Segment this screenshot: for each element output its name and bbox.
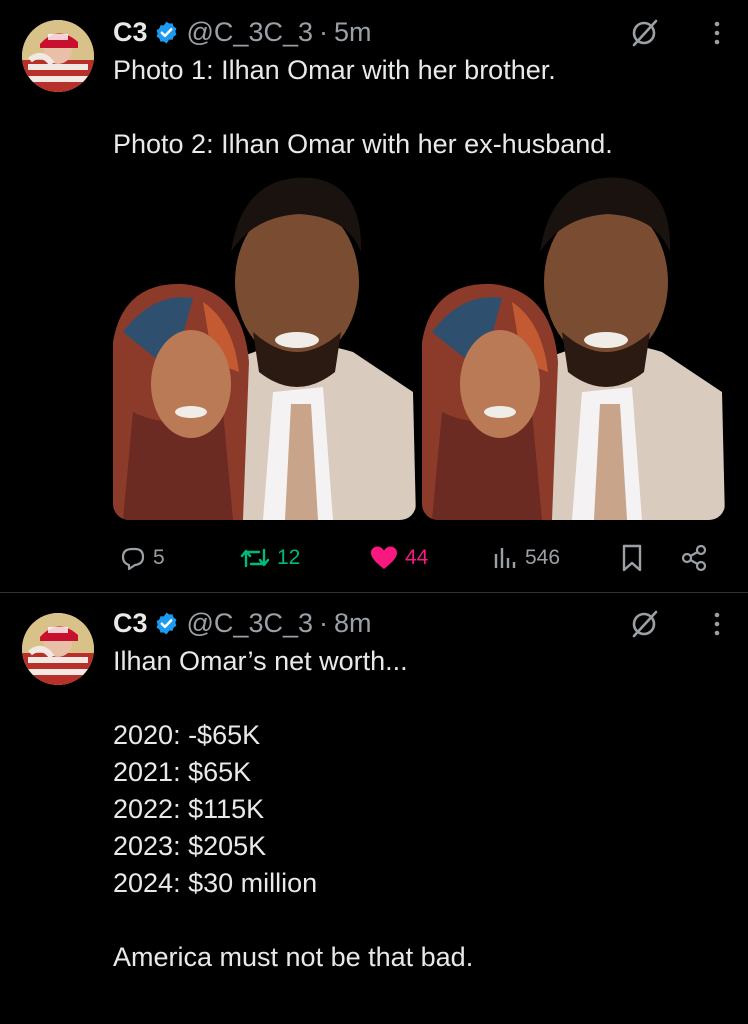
author-handle[interactable]: @C_3C_3 bbox=[187, 17, 313, 48]
bookmark-button[interactable] bbox=[619, 536, 645, 580]
repost-count: 12 bbox=[277, 546, 301, 569]
grok-icon[interactable] bbox=[630, 609, 660, 639]
reply-count: 5 bbox=[153, 546, 165, 569]
repost-button[interactable]: 12 bbox=[239, 536, 300, 580]
tweet-header: C3 @C_3C_3 · 5m bbox=[113, 14, 372, 50]
views-button[interactable]: 546 bbox=[491, 536, 560, 580]
photo-image bbox=[422, 172, 725, 520]
more-options-icon[interactable] bbox=[712, 18, 722, 48]
photo-image bbox=[113, 172, 416, 520]
share-button[interactable] bbox=[679, 536, 709, 580]
repost-icon bbox=[240, 548, 270, 568]
avatar-image bbox=[22, 20, 94, 92]
avatar[interactable] bbox=[22, 613, 94, 685]
tweet-text: Ilhan Omar’s net worth... 2020: -$65K 20… bbox=[113, 646, 474, 972]
avatar[interactable] bbox=[22, 20, 94, 92]
photo-1[interactable] bbox=[113, 172, 416, 520]
action-bar: 5 12 44 546 bbox=[113, 536, 725, 580]
like-count: 44 bbox=[405, 546, 429, 569]
more-options-icon[interactable] bbox=[712, 609, 722, 639]
tweet-header: C3 @C_3C_3 · 8m bbox=[113, 605, 372, 641]
like-button[interactable]: 44 bbox=[369, 536, 428, 580]
tweet[interactable]: C3 @C_3C_3 · 8m Ilhan Omar’s net worth..… bbox=[0, 593, 748, 1024]
author-handle[interactable]: @C_3C_3 bbox=[187, 608, 313, 639]
timestamp[interactable]: 8m bbox=[334, 608, 372, 639]
grok-icon[interactable] bbox=[630, 18, 660, 48]
avatar-image bbox=[22, 613, 94, 685]
bookmark-icon bbox=[622, 544, 642, 572]
author-name[interactable]: C3 bbox=[113, 17, 148, 48]
verified-badge-icon bbox=[156, 21, 176, 43]
view-count: 546 bbox=[525, 546, 561, 569]
timestamp[interactable]: 5m bbox=[334, 17, 372, 48]
media-grid bbox=[113, 172, 725, 520]
separator-dot: · bbox=[319, 16, 328, 47]
heart-icon bbox=[371, 546, 397, 569]
author-name[interactable]: C3 bbox=[113, 608, 148, 639]
views-icon bbox=[494, 548, 516, 568]
share-icon bbox=[681, 544, 707, 572]
verified-badge-icon bbox=[156, 612, 176, 634]
tweet[interactable]: C3 @C_3C_3 · 5m Photo 1: Ilhan Omar with… bbox=[0, 0, 748, 593]
separator-dot: · bbox=[319, 607, 328, 638]
tweet-text: Photo 1: Ilhan Omar with her brother. Ph… bbox=[113, 55, 613, 159]
reply-button[interactable]: 5 bbox=[119, 536, 165, 580]
photo-2[interactable] bbox=[422, 172, 725, 520]
reply-icon bbox=[121, 547, 145, 571]
